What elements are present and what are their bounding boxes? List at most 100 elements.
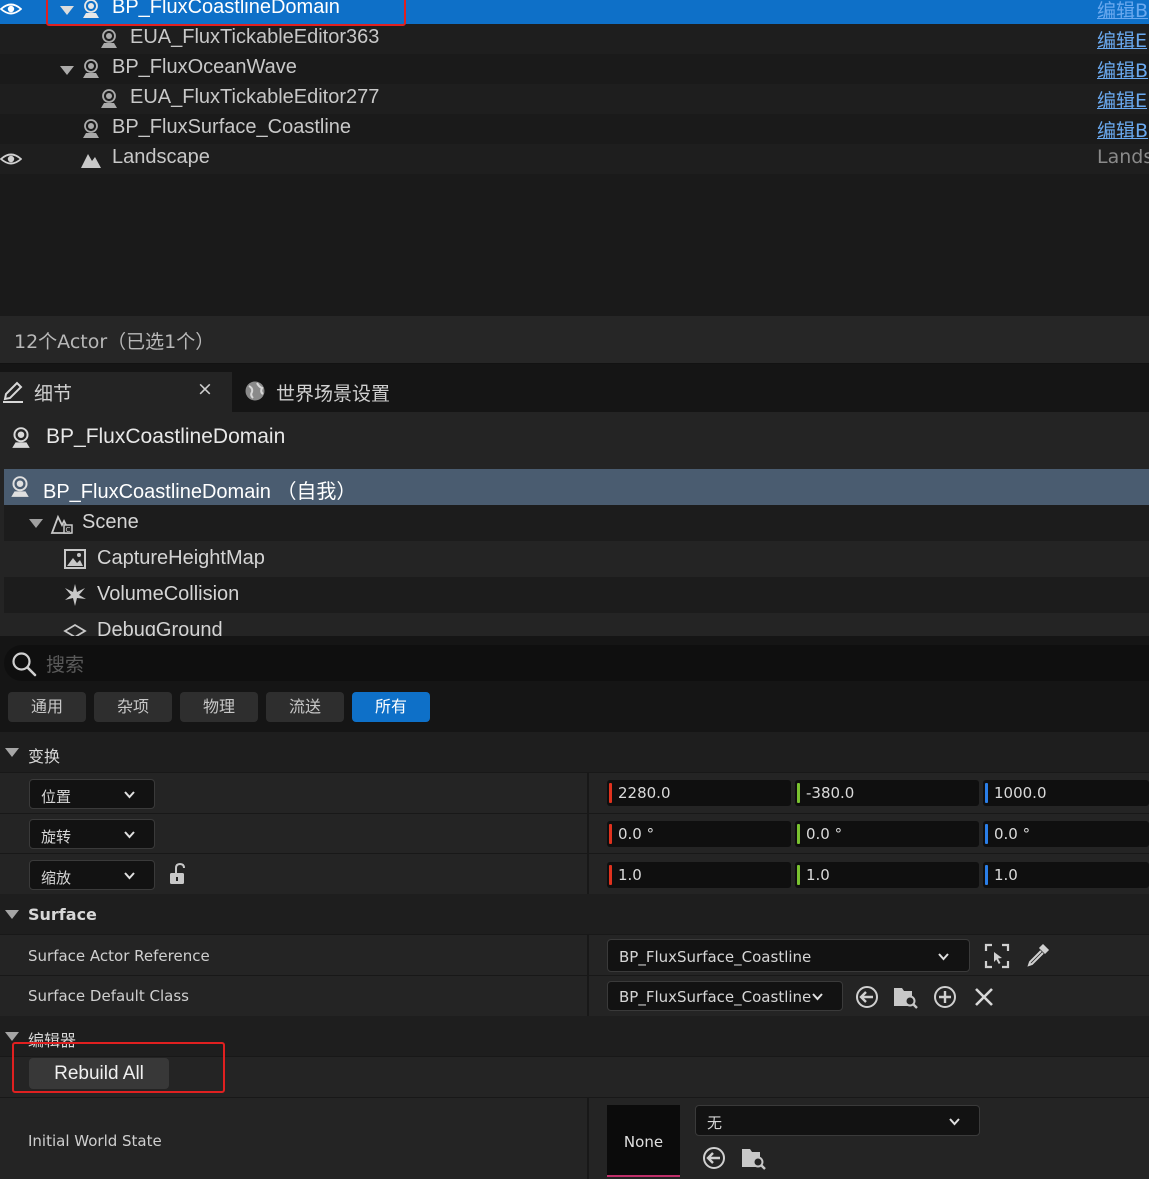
outliner-row-eua-fluxtickableeditor277[interactable]: EUA_FluxTickableEditor277 编辑E: [0, 84, 1149, 114]
mesh-icon: [63, 623, 87, 636]
rotation-mode-dropdown[interactable]: 旋转: [29, 819, 155, 849]
use-selected-icon[interactable]: [702, 1146, 726, 1170]
location-mode-dropdown[interactable]: 位置: [29, 779, 155, 809]
field-value: 2280.0: [618, 784, 671, 802]
thumbnail-label: None: [623, 1133, 664, 1151]
column-divider: [587, 1098, 589, 1179]
filter-general-button[interactable]: 通用: [8, 692, 86, 722]
blueprint-actor-icon: [83, 119, 99, 138]
section-surface-header[interactable]: Surface: [0, 894, 1149, 934]
scale-mode-dropdown[interactable]: 缩放: [29, 860, 155, 890]
property-row-location: 位置 2280.0 -380.0 1000.0: [0, 772, 1149, 813]
column-divider: [587, 814, 589, 853]
details-search-input[interactable]: 搜索: [4, 645, 1149, 681]
select-actor-icon[interactable]: [984, 943, 1010, 969]
surface-class-dropdown[interactable]: BP_FluxSurface_Coastline: [607, 981, 843, 1011]
collapse-arrow-icon[interactable]: [5, 910, 19, 919]
rotation-y-field[interactable]: 0.0 °: [795, 821, 979, 847]
property-row-scale: 缩放 1.0 1.0 1.0: [0, 853, 1149, 894]
component-row-debugground[interactable]: DebugGround: [4, 613, 1149, 636]
property-label: Initial World State: [28, 1132, 162, 1150]
dropdown-value: 旋转: [41, 828, 72, 846]
x-axis-marker: [609, 783, 612, 803]
collapse-arrow-icon[interactable]: [5, 748, 19, 757]
scale-z-field[interactable]: 1.0: [983, 862, 1149, 888]
add-icon[interactable]: [933, 985, 957, 1009]
visibility-eye-icon[interactable]: [0, 150, 22, 168]
y-axis-marker: [797, 824, 800, 844]
component-row-scene[interactable]: C Scene: [4, 505, 1149, 541]
world-state-dropdown[interactable]: 无: [695, 1105, 980, 1136]
outliner-type-link[interactable]: 编辑B: [1097, 56, 1149, 83]
component-label: VolumeCollision: [97, 583, 240, 605]
field-value: 1.0: [618, 866, 642, 884]
outliner-type-link[interactable]: 编辑B: [1097, 116, 1149, 143]
rotation-z-field[interactable]: 0.0 °: [983, 821, 1149, 847]
dropdown-value: 无: [707, 1114, 723, 1132]
field-value: 0.0 °: [994, 825, 1031, 843]
column-divider: [587, 773, 589, 813]
actor-icon: [101, 29, 117, 48]
field-value: 1.0: [806, 866, 830, 884]
component-label: DebugGround: [97, 619, 223, 636]
outliner-item-label: EUA_FluxTickableEditor277: [130, 86, 380, 108]
chevron-down-icon: [124, 872, 135, 880]
collapse-arrow-icon[interactable]: [5, 1032, 19, 1041]
browse-folder-icon[interactable]: [740, 1145, 766, 1171]
visibility-eye-icon[interactable]: [0, 0, 22, 18]
scene-component-icon: C: [50, 514, 73, 534]
use-selected-icon[interactable]: [855, 985, 879, 1009]
asset-thumbnail[interactable]: None: [607, 1105, 680, 1177]
browse-folder-icon[interactable]: [892, 984, 918, 1010]
outliner-row-bp-fluxoceanwave[interactable]: BP_FluxOceanWave 编辑B: [0, 54, 1149, 84]
blueprint-actor-icon: [11, 476, 29, 497]
component-row-captureheightmap[interactable]: CaptureHeightMap: [4, 541, 1149, 577]
outliner-type-link[interactable]: 编辑B: [1097, 0, 1149, 23]
outliner-row-eua-fluxtickableeditor363[interactable]: EUA_FluxTickableEditor363 编辑E: [0, 24, 1149, 54]
actor-icon: [101, 89, 117, 108]
outliner-item-label: BP_FluxOceanWave: [112, 56, 297, 78]
filter-physics-button[interactable]: 物理: [180, 692, 258, 722]
outliner-type-link[interactable]: 编辑E: [1097, 26, 1149, 53]
scale-y-field[interactable]: 1.0: [795, 862, 979, 888]
panel-tab-bar: 细节 × 世界场景设置: [0, 364, 1149, 412]
outliner-type-link[interactable]: 编辑E: [1097, 86, 1149, 113]
unlock-icon[interactable]: [168, 862, 190, 886]
details-actor-name[interactable]: BP_FluxCoastlineDomain: [46, 425, 285, 449]
location-x-field[interactable]: 2280.0: [607, 780, 791, 806]
collapse-arrow-icon[interactable]: [29, 519, 43, 528]
outliner-row-landscape[interactable]: Landscape Lands: [0, 144, 1149, 174]
filter-misc-button[interactable]: 杂项: [94, 692, 172, 722]
eyedropper-icon[interactable]: [1026, 943, 1050, 967]
component-row-self[interactable]: BP_FluxCoastlineDomain （自我）: [4, 469, 1149, 505]
component-row-volumecollision[interactable]: VolumeCollision: [4, 577, 1149, 613]
tab-world-settings[interactable]: 世界场景设置: [240, 372, 440, 412]
details-actor-header: BP_FluxCoastlineDomain: [0, 412, 1149, 464]
rotation-x-field[interactable]: 0.0 °: [607, 821, 791, 847]
scale-x-field[interactable]: 1.0: [607, 862, 791, 888]
tab-details[interactable]: 细节 ×: [0, 372, 232, 412]
chevron-down-icon: [124, 831, 135, 839]
surface-actor-dropdown[interactable]: BP_FluxSurface_Coastline: [607, 939, 970, 972]
chevron-down-icon: [938, 953, 949, 961]
outliner-type-label: Lands: [1097, 146, 1149, 168]
location-z-field[interactable]: 1000.0: [983, 780, 1149, 806]
component-label: Scene: [82, 511, 139, 533]
filter-all-button[interactable]: 所有: [352, 692, 430, 722]
location-y-field[interactable]: -380.0: [795, 780, 979, 806]
filter-streaming-button[interactable]: 流送: [266, 692, 344, 722]
column-divider: [587, 854, 589, 894]
property-label: Surface Default Class: [28, 987, 189, 1005]
section-transform-header[interactable]: 变换: [0, 732, 1149, 772]
outliner-row-bp-fluxsurface-coastline[interactable]: BP_FluxSurface_Coastline 编辑B: [0, 114, 1149, 144]
close-tab-icon[interactable]: ×: [197, 378, 213, 400]
outliner-item-label: BP_FluxSurface_Coastline: [112, 116, 352, 138]
blueprint-actor-icon: [12, 427, 30, 448]
collision-volume-icon: [65, 584, 86, 606]
outliner-item-label: Landscape: [112, 146, 210, 168]
collapse-arrow-icon[interactable]: [60, 66, 74, 75]
x-axis-marker: [609, 865, 612, 885]
highlight-box-rebuild: [12, 1042, 225, 1093]
clear-icon[interactable]: [973, 986, 995, 1008]
chevron-down-icon: [124, 791, 135, 799]
